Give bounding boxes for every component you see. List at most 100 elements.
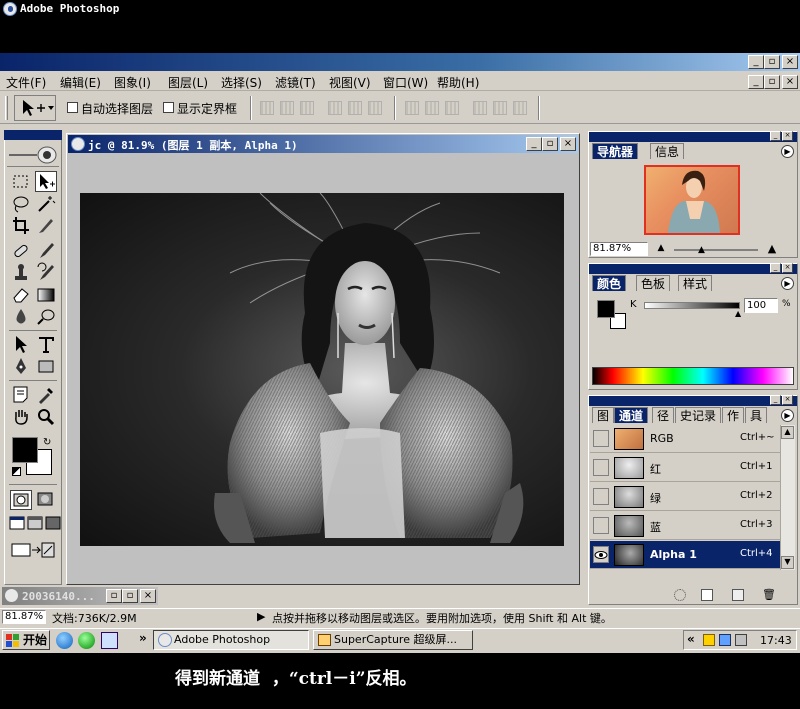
channels-close-button[interactable]: ×: [782, 395, 793, 405]
dodge-tool[interactable]: [35, 306, 57, 327]
color-k-slider[interactable]: [644, 302, 740, 309]
pen-tool[interactable]: [10, 356, 32, 377]
new-channel-icon[interactable]: [732, 589, 744, 601]
align-top-icon[interactable]: [260, 101, 274, 115]
clone-stamp-tool[interactable]: [10, 262, 32, 283]
standard-screen-button[interactable]: [9, 516, 25, 530]
color-spectrum-ramp[interactable]: [592, 367, 794, 385]
menu-view[interactable]: 视图(V): [329, 74, 371, 91]
jump-to-imageready-button[interactable]: [10, 540, 58, 560]
distribute-vcenter-icon[interactable]: [425, 101, 439, 115]
color-close-button[interactable]: ×: [782, 263, 793, 273]
status-zoom-field[interactable]: 81.87%: [2, 610, 46, 624]
toolbox-header[interactable]: [4, 130, 62, 140]
load-channel-selection-icon[interactable]: [674, 589, 686, 601]
menu-layer[interactable]: 图层(L): [168, 74, 208, 91]
navigator-minimize-button[interactable]: _: [770, 131, 781, 141]
options-grip[interactable]: [5, 96, 8, 120]
brush-tool[interactable]: [35, 240, 57, 261]
visibility-eye-icon[interactable]: [593, 430, 609, 447]
foreground-color-swatch[interactable]: [12, 437, 38, 463]
navigator-zoom-thumb[interactable]: ▲: [698, 245, 705, 255]
color-panel-foreground-swatch[interactable]: [597, 300, 615, 318]
tray-expand-icon[interactable]: «: [687, 632, 695, 646]
minimize-button[interactable]: _: [748, 55, 764, 69]
type-tool[interactable]: [35, 334, 57, 355]
document-minimize-button[interactable]: _: [526, 137, 542, 151]
menu-help[interactable]: 帮助(H): [437, 74, 479, 91]
channel-row-green[interactable]: 绿 Ctrl+2: [590, 483, 780, 511]
menu-select[interactable]: 选择(S): [221, 74, 262, 91]
color-k-value-field[interactable]: 100: [744, 298, 778, 313]
tab-color[interactable]: 颜色: [592, 275, 627, 291]
marquee-tool[interactable]: [10, 171, 32, 192]
distribute-right-icon[interactable]: [513, 101, 527, 115]
tab-info[interactable]: 信息: [650, 143, 685, 159]
align-left-icon[interactable]: [328, 101, 342, 115]
navigator-close-button[interactable]: ×: [782, 131, 793, 141]
document-maximize-button[interactable]: ▫: [542, 137, 558, 151]
channels-minimize-button[interactable]: _: [770, 395, 781, 405]
close-button[interactable]: ×: [782, 55, 798, 69]
minimized-doc-close-button[interactable]: ×: [140, 589, 156, 603]
menu-image[interactable]: 图象(I): [114, 74, 151, 91]
save-selection-channel-icon[interactable]: [701, 589, 713, 601]
quick-launch-media-icon[interactable]: [78, 632, 95, 649]
navigator-menu-arrow-icon[interactable]: ▶: [781, 145, 794, 158]
full-screen-button[interactable]: [45, 516, 61, 530]
tray-network-icon[interactable]: [719, 634, 731, 646]
crop-tool[interactable]: [10, 215, 32, 236]
navigator-zoom-slider[interactable]: [674, 249, 758, 251]
navigator-thumbnail[interactable]: [644, 165, 740, 235]
tab-layers[interactable]: 图: [592, 407, 615, 423]
scroll-up-icon[interactable]: ▲: [781, 426, 794, 439]
minimized-doc-maximize-button[interactable]: ▫: [122, 589, 138, 603]
swap-colors-icon[interactable]: ↻: [43, 437, 51, 448]
adobe-online-button[interactable]: [7, 143, 59, 167]
distribute-hcenter-icon[interactable]: [493, 101, 507, 115]
channel-row-rgb[interactable]: RGB Ctrl+~: [590, 425, 780, 453]
tool-preset-picker[interactable]: [14, 95, 56, 121]
path-selection-tool[interactable]: [10, 334, 32, 355]
full-screen-menu-button[interactable]: [27, 516, 43, 530]
visibility-eye-icon[interactable]: [593, 546, 609, 563]
default-colors-icon[interactable]: [12, 467, 21, 476]
doc-close-button[interactable]: ×: [782, 75, 798, 89]
show-bounds-checkbox[interactable]: [163, 102, 174, 113]
quick-launch-desktop-icon[interactable]: [101, 632, 118, 649]
color-menu-arrow-icon[interactable]: ▶: [781, 277, 794, 290]
doc-minimize-button[interactable]: _: [748, 75, 764, 89]
channels-panel-header[interactable]: [589, 396, 797, 406]
channel-row-alpha-1[interactable]: Alpha 1 Ctrl+4: [590, 541, 780, 569]
restore-button[interactable]: ▫: [764, 55, 780, 69]
zoom-out-icon[interactable]: ▲: [654, 243, 668, 255]
trash-icon[interactable]: 🗑: [762, 588, 776, 601]
distribute-top-icon[interactable]: [405, 101, 419, 115]
align-right-icon[interactable]: [368, 101, 382, 115]
quick-launch-more-icon[interactable]: »: [139, 631, 147, 645]
quick-launch-browser-icon[interactable]: [56, 632, 73, 649]
channels-scrollbar[interactable]: [780, 425, 795, 570]
task-supercapture[interactable]: SuperCapture 超级屏...: [313, 630, 473, 650]
color-panel-header[interactable]: [589, 264, 797, 274]
distribute-left-icon[interactable]: [473, 101, 487, 115]
color-minimize-button[interactable]: _: [770, 263, 781, 273]
blur-tool[interactable]: [10, 306, 32, 327]
distribute-bottom-icon[interactable]: [445, 101, 459, 115]
menu-window[interactable]: 窗口(W): [383, 74, 428, 91]
tab-actions[interactable]: 作: [722, 407, 745, 423]
move-tool[interactable]: [35, 171, 57, 192]
tab-history[interactable]: 史记录: [675, 407, 722, 423]
gradient-tool[interactable]: [35, 284, 57, 305]
tab-styles[interactable]: 样式: [678, 275, 713, 291]
eraser-tool[interactable]: [10, 284, 32, 305]
menu-edit[interactable]: 编辑(E): [60, 74, 101, 91]
visibility-eye-icon[interactable]: [593, 517, 609, 534]
tab-swatches[interactable]: 色板: [636, 275, 671, 291]
document-close-button[interactable]: ×: [560, 137, 576, 151]
tab-channels[interactable]: 通道: [614, 407, 649, 423]
align-bottom-icon[interactable]: [300, 101, 314, 115]
tab-paths[interactable]: 径: [652, 407, 675, 423]
menu-file[interactable]: 文件(F): [6, 74, 46, 91]
zoom-in-icon[interactable]: ▲: [764, 242, 780, 255]
